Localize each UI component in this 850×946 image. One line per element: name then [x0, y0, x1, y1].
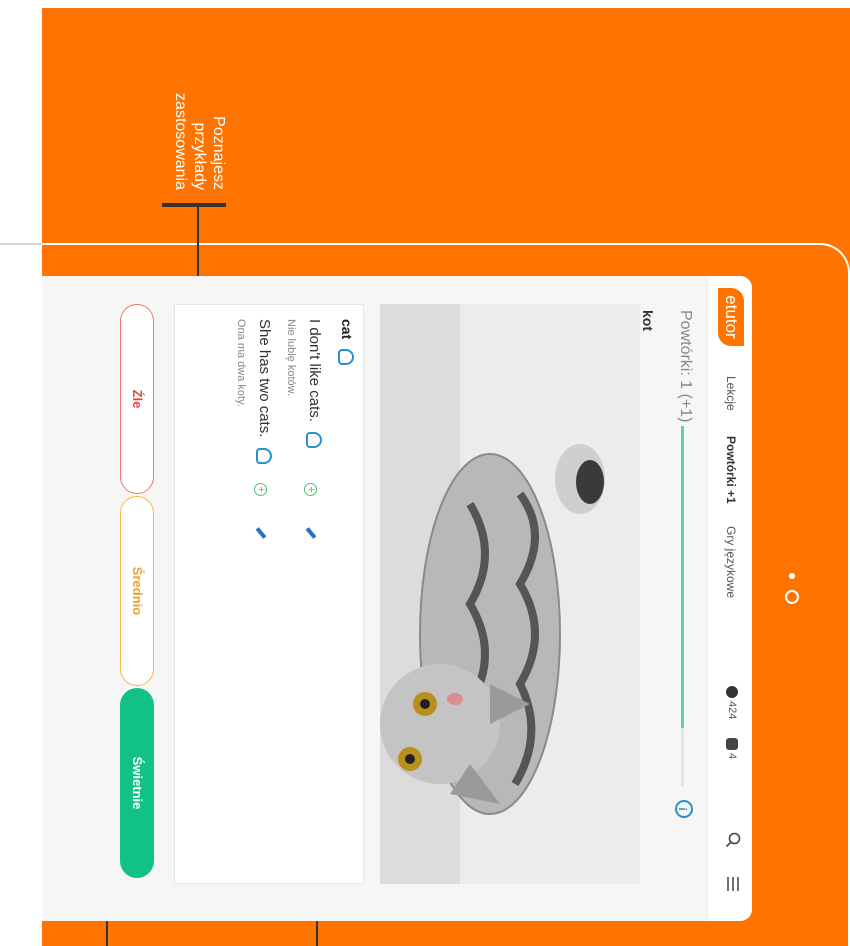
points-icon: [725, 686, 738, 698]
example-sentence-text: I don't like cats.: [306, 319, 323, 422]
callout: Poznajesz przykłady zastosowania: [158, 50, 228, 190]
camera-icon: [785, 590, 799, 604]
callout-bar: [162, 203, 226, 207]
word-polish: kot: [640, 310, 656, 331]
nav-powtorki[interactable]: Powtórki +1: [724, 436, 738, 504]
progress-label: Powtórki: 1 (+1): [677, 310, 694, 423]
example-translation: Ona ma dwa koty.: [235, 319, 247, 407]
example-sentence: I don't like cats.: [305, 319, 323, 449]
add-icon[interactable]: +: [304, 483, 317, 496]
nav-lekcje[interactable]: Lekcje: [724, 376, 738, 411]
app-screen: etutor Lekcje Powtórki +1 Gry językowe 4…: [42, 276, 752, 921]
example-word: cat: [337, 319, 355, 366]
great-button[interactable]: Świetnie: [120, 688, 154, 878]
progress-fill: [681, 426, 684, 729]
camera-dot: [789, 573, 795, 579]
example-sentence-text: She has two cats.: [256, 319, 273, 438]
etutor-logo[interactable]: etutor: [718, 288, 744, 346]
app-content: etutor Lekcje Powtórki +1 Gry językowe 4…: [42, 276, 752, 921]
speaker-icon[interactable]: [305, 432, 322, 449]
example-sentence: She has two cats.: [255, 319, 273, 464]
streak-icon: [725, 738, 738, 750]
info-icon[interactable]: i: [675, 800, 693, 818]
edit-icon[interactable]: [255, 527, 267, 539]
callout-text: Poznajesz przykłady zastosowania: [172, 93, 227, 190]
app-header: etutor Lekcje Powtórki +1 Gry językowe 4…: [707, 276, 752, 921]
bad-button[interactable]: Źle: [120, 304, 154, 494]
nav-gry[interactable]: Gry językowe: [724, 526, 738, 598]
medium-button[interactable]: Średnio: [120, 496, 154, 686]
points-stat: 424: [725, 686, 738, 720]
streak-stat: 4: [725, 738, 738, 760]
example-word-text: cat: [339, 319, 355, 340]
progress-bar: [681, 426, 684, 786]
speaker-icon[interactable]: [337, 349, 354, 366]
edit-icon[interactable]: [305, 527, 317, 539]
streak-value: 4: [726, 753, 738, 760]
example-translation: Nie lubię kotów.: [285, 319, 297, 397]
page-edge: [0, 243, 42, 946]
add-icon[interactable]: +: [254, 483, 267, 496]
examples-panel: cat I don't like cats. + Nie lubię kotów…: [174, 304, 364, 884]
cat-photo: [380, 304, 640, 884]
search-icon[interactable]: [720, 832, 741, 848]
speaker-icon[interactable]: [255, 447, 272, 464]
points-value: 424: [726, 701, 738, 720]
menu-icon[interactable]: [720, 876, 741, 892]
